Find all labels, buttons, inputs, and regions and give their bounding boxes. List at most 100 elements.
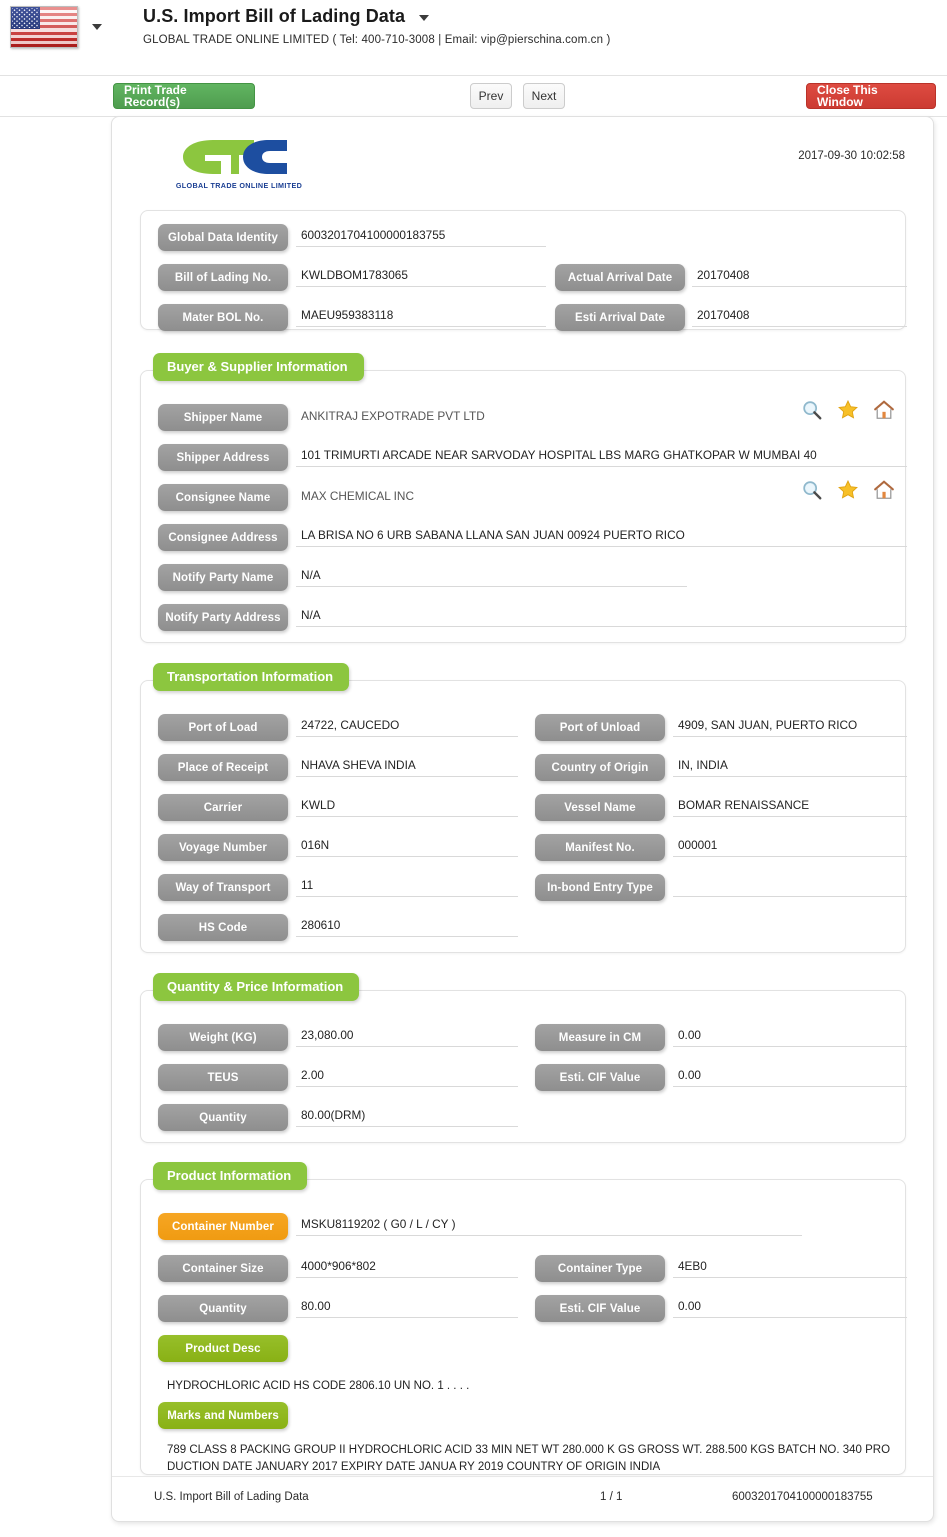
product-information-box: Product Information Container Number MSK… — [140, 1162, 907, 1475]
label-container-number: Container Number — [158, 1213, 288, 1240]
field-manifest-no: 000001 — [673, 832, 907, 857]
label-global-data-identity: Global Data Identity — [158, 224, 288, 251]
label-teus: TEUS — [158, 1064, 288, 1091]
home-icon[interactable] — [873, 479, 895, 501]
label-product-desc: Product Desc — [158, 1335, 288, 1362]
field-vessel-name: BOMAR RENAISSANCE — [673, 792, 907, 817]
value-quantity-product: 80.00 — [301, 1299, 331, 1313]
label-carrier: Carrier — [158, 794, 288, 821]
value-mater-bol-no: MAEU959383118 — [301, 308, 394, 322]
us-flag-icon[interactable] — [10, 6, 78, 48]
label-consignee-address: Consignee Address — [158, 524, 288, 551]
toolbar: Print Trade Record(s) Prev Next Close Th… — [0, 76, 947, 117]
label-hs-code: HS Code — [158, 914, 288, 941]
value-quantity-qty: 80.00(DRM) — [301, 1108, 366, 1122]
label-place-of-receipt: Place of Receipt — [158, 754, 288, 781]
field-quantity-qty: 80.00(DRM) — [296, 1102, 518, 1127]
value-notify-party-address: N/A — [301, 608, 321, 622]
value-global-data-identity: 6003201704100000183755 — [301, 228, 446, 242]
flag-stars — [12, 8, 40, 28]
field-actual-arrival-date: 20170408 — [692, 262, 907, 287]
field-esti-cif-value-product: 0.00 — [673, 1293, 907, 1318]
print-trade-records-button[interactable]: Print Trade Record(s) — [113, 83, 255, 109]
value-carrier: KWLD — [301, 798, 336, 812]
value-port-of-load: 24722, CAUCEDO — [301, 718, 400, 732]
next-button[interactable]: Next — [523, 83, 565, 109]
value-voyage-number: 016N — [301, 838, 330, 852]
value-port-of-unload: 4909, SAN JUAN, PUERTO RICO — [678, 718, 858, 732]
field-in-bond-entry-type — [673, 872, 907, 897]
home-icon[interactable] — [873, 399, 895, 421]
label-vessel-name: Vessel Name — [535, 794, 665, 821]
document-header: GLOBAL TRADE ONLINE LIMITED 2017-09-30 1… — [112, 117, 933, 197]
footer-page-number: 1 / 1 — [600, 1491, 623, 1503]
value-consignee-address: LA BRISA NO 6 URB SABANA LLANA SAN JUAN … — [301, 528, 685, 542]
chevron-down-icon[interactable] — [92, 24, 102, 30]
label-quantity-qty: Quantity — [158, 1104, 288, 1131]
transportation-box: Transportation Information Port of Load … — [140, 663, 907, 953]
label-esti-arrival-date: Esti Arrival Date — [555, 304, 685, 331]
field-bill-of-lading-no: KWLDBOM1783065 — [296, 262, 546, 287]
section-title-product: Product Information — [153, 1162, 308, 1190]
field-container-type: 4EB0 — [673, 1253, 907, 1278]
close-window-button[interactable]: Close This Window — [806, 83, 936, 109]
field-container-number: MSKU8119202 ( G0 / L / CY ) — [296, 1211, 802, 1236]
page-title: U.S. Import Bill of Lading Data — [143, 6, 406, 26]
field-mater-bol-no: MAEU959383118 — [296, 302, 546, 327]
label-esti-cif-value-product: Esti. CIF Value — [535, 1295, 665, 1322]
value-container-size: 4000*906*802 — [301, 1259, 376, 1273]
field-consignee-address: LA BRISA NO 6 URB SABANA LLANA SAN JUAN … — [296, 522, 907, 547]
star-icon[interactable] — [837, 479, 859, 501]
value-shipper-name: ANKITRAJ EXPOTRADE PVT LTD — [301, 409, 485, 423]
label-voyage-number: Voyage Number — [158, 834, 288, 861]
prev-button[interactable]: Prev — [470, 83, 512, 109]
label-quantity-product: Quantity — [158, 1295, 288, 1322]
value-weight-kg: 23,080.00 — [301, 1028, 354, 1042]
value-esti-arrival-date: 20170408 — [697, 308, 750, 322]
value-way-of-transport: 11 — [301, 878, 314, 892]
company-contact-line: GLOBAL TRADE ONLINE LIMITED ( Tel: 400-7… — [143, 34, 611, 46]
gto-logo: GLOBAL TRADE ONLINE LIMITED — [169, 133, 309, 193]
field-global-data-identity: 6003201704100000183755 — [296, 222, 546, 247]
field-port-of-unload: 4909, SAN JUAN, PUERTO RICO — [673, 712, 907, 737]
label-shipper-name: Shipper Name — [158, 404, 288, 431]
gto-logo-mark — [183, 140, 287, 174]
field-notify-party-address: N/A — [296, 602, 907, 627]
country-selector[interactable] — [10, 6, 102, 48]
field-way-of-transport: 11 — [296, 872, 518, 897]
value-place-of-receipt: NHAVA SHEVA INDIA — [301, 758, 416, 772]
document-card: GLOBAL TRADE ONLINE LIMITED 2017-09-30 1… — [111, 116, 934, 1522]
field-teus: 2.00 — [296, 1062, 518, 1087]
search-icon[interactable] — [801, 399, 823, 421]
field-carrier: KWLD — [296, 792, 518, 817]
field-esti-cif-value-qty: 0.00 — [673, 1062, 907, 1087]
label-weight-kg: Weight (KG) — [158, 1024, 288, 1051]
field-consignee-name: MAX CHEMICAL INC — [296, 482, 816, 507]
value-esti-cif-value-product: 0.00 — [678, 1299, 701, 1313]
label-port-of-load: Port of Load — [158, 714, 288, 741]
label-marks-and-numbers: Marks and Numbers — [158, 1402, 288, 1429]
field-weight-kg: 23,080.00 — [296, 1022, 518, 1047]
label-way-of-transport: Way of Transport — [158, 874, 288, 901]
title-chevron-down-icon[interactable] — [418, 15, 429, 21]
gto-logo-text: GLOBAL TRADE ONLINE LIMITED — [175, 181, 303, 190]
star-icon[interactable] — [837, 399, 859, 421]
value-hs-code: 280610 — [301, 918, 341, 932]
value-measure-in-cm: 0.00 — [678, 1028, 701, 1042]
value-notify-party-name: N/A — [301, 568, 321, 582]
value-actual-arrival-date: 20170408 — [697, 268, 750, 282]
value-shipper-address: 101 TRIMURTI ARCADE NEAR SARVODAY HOSPIT… — [301, 448, 817, 462]
quantity-price-box: Quantity & Price Information Weight (KG)… — [140, 973, 907, 1143]
value-country-of-origin: IN, INDIA — [678, 758, 728, 772]
label-container-type: Container Type — [535, 1255, 665, 1282]
label-mater-bol-no: Mater BOL No. — [158, 304, 288, 331]
search-icon[interactable] — [801, 479, 823, 501]
label-shipper-address: Shipper Address — [158, 444, 288, 471]
value-container-type: 4EB0 — [678, 1259, 707, 1273]
label-notify-party-address: Notify Party Address — [158, 604, 288, 631]
footer-title: U.S. Import Bill of Lading Data — [154, 1491, 309, 1503]
value-consignee-name: MAX CHEMICAL INC — [301, 489, 414, 503]
title-block: U.S. Import Bill of Lading Data GLOBAL T… — [143, 6, 610, 46]
label-in-bond-entry-type: In-bond Entry Type — [535, 874, 665, 901]
section-title-quantity-price: Quantity & Price Information — [153, 973, 360, 1001]
